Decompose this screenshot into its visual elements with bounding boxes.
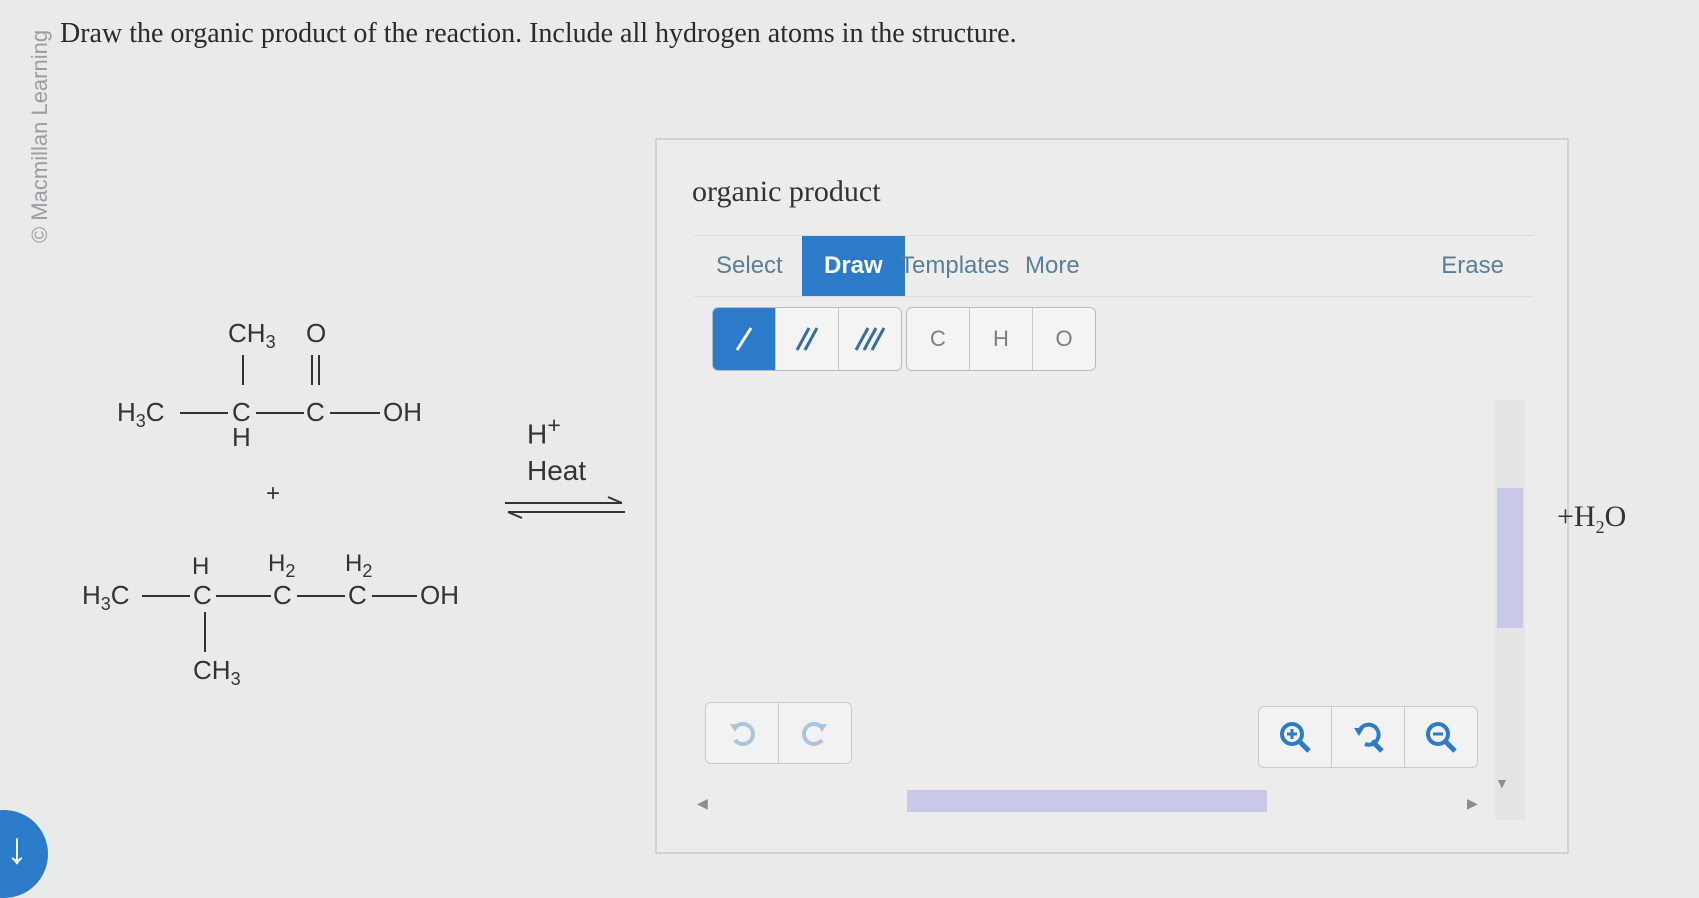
- tab-more[interactable]: More: [1019, 236, 1086, 296]
- atom-tools: C H O: [906, 307, 1096, 371]
- bond-line: [142, 595, 190, 597]
- down-arrow-icon: ↓: [6, 824, 28, 873]
- equilibrium-arrow-icon: [505, 496, 625, 519]
- heat-label: Heat: [527, 455, 587, 486]
- carbon-label: C: [273, 580, 292, 610]
- zoom-in-button[interactable]: [1259, 707, 1332, 767]
- h3c-label: H3C: [82, 580, 130, 615]
- bond-line: [256, 412, 304, 414]
- atom-h-button[interactable]: H: [970, 308, 1033, 370]
- h3c-label: H3C: [117, 397, 165, 432]
- horizontal-scroll-thumb[interactable]: [907, 790, 1267, 812]
- undo-redo-group: [705, 702, 852, 764]
- triple-bond-icon: [854, 327, 886, 351]
- single-bond-tool[interactable]: [713, 308, 776, 370]
- carbonyl-o-label: O: [306, 318, 327, 348]
- bond-line: [372, 595, 417, 597]
- h2-label: H2: [345, 550, 373, 581]
- bond-line: [242, 355, 244, 385]
- bond-line: [216, 595, 271, 597]
- carbon-label: C: [348, 580, 367, 610]
- zoom-out-icon: [1426, 722, 1457, 753]
- ch3-label: CH3: [228, 318, 276, 353]
- bond-tools: [712, 307, 902, 371]
- triple-bond-tool[interactable]: [839, 308, 901, 370]
- atom-o-button[interactable]: O: [1033, 308, 1095, 370]
- zoom-reset-icon: [1354, 722, 1384, 753]
- scroll-down-button[interactable]: ↓: [0, 810, 48, 898]
- hydrogen-label: H: [232, 422, 251, 452]
- undo-icon: [730, 722, 755, 746]
- scroll-left-icon[interactable]: ◀: [697, 795, 708, 812]
- tool-row: C H O: [694, 297, 1534, 389]
- zoom-in-icon: [1280, 722, 1311, 753]
- bond-line: [311, 355, 313, 385]
- undo-button[interactable]: [706, 703, 779, 763]
- question-text: Draw the organic product of the reaction…: [60, 18, 1017, 49]
- bond-line: [318, 355, 320, 385]
- erase-button[interactable]: Erase: [1441, 236, 1504, 296]
- plus-sign: +: [266, 480, 281, 507]
- single-bond-icon: [735, 327, 753, 351]
- oh-label: OH: [383, 397, 422, 427]
- catalyst-label: H+: [527, 412, 561, 450]
- ch3-label: CH3: [193, 655, 241, 690]
- redo-icon: [802, 722, 827, 746]
- panel-title: organic product: [692, 175, 881, 208]
- atom-c-button[interactable]: C: [907, 308, 970, 370]
- h2-label: H2: [268, 550, 296, 581]
- zoom-out-button[interactable]: [1405, 707, 1477, 767]
- tab-draw[interactable]: Draw: [802, 236, 905, 296]
- carbon-label: C: [306, 397, 325, 427]
- bond-line: [204, 612, 206, 652]
- redo-button[interactable]: [779, 703, 851, 763]
- scroll-right-icon[interactable]: ▶: [1467, 795, 1478, 812]
- tab-templates[interactable]: Templates: [894, 236, 1015, 296]
- copyright-watermark: © Macmillan Learning: [27, 29, 52, 243]
- drawing-panel: organic product Select Draw Templates Mo…: [655, 138, 1569, 854]
- carbon-label: C: [193, 580, 212, 610]
- editor-tabbar: Select Draw Templates More Erase: [694, 235, 1534, 297]
- scroll-down-icon[interactable]: ▼: [1495, 775, 1509, 791]
- hydrogen-label: H: [192, 553, 210, 580]
- bond-line: [297, 595, 345, 597]
- tab-select[interactable]: Select: [694, 236, 805, 296]
- vertical-scroll-thumb[interactable]: [1497, 488, 1523, 628]
- zoom-reset-button[interactable]: [1332, 707, 1405, 767]
- zoom-group: [1258, 706, 1478, 768]
- bond-line: [180, 412, 228, 414]
- double-bond-tool[interactable]: [776, 308, 839, 370]
- double-bond-icon: [795, 327, 819, 351]
- side-product-water: +H2O: [1557, 500, 1627, 537]
- bond-line: [330, 412, 380, 414]
- oh-label: OH: [420, 580, 459, 610]
